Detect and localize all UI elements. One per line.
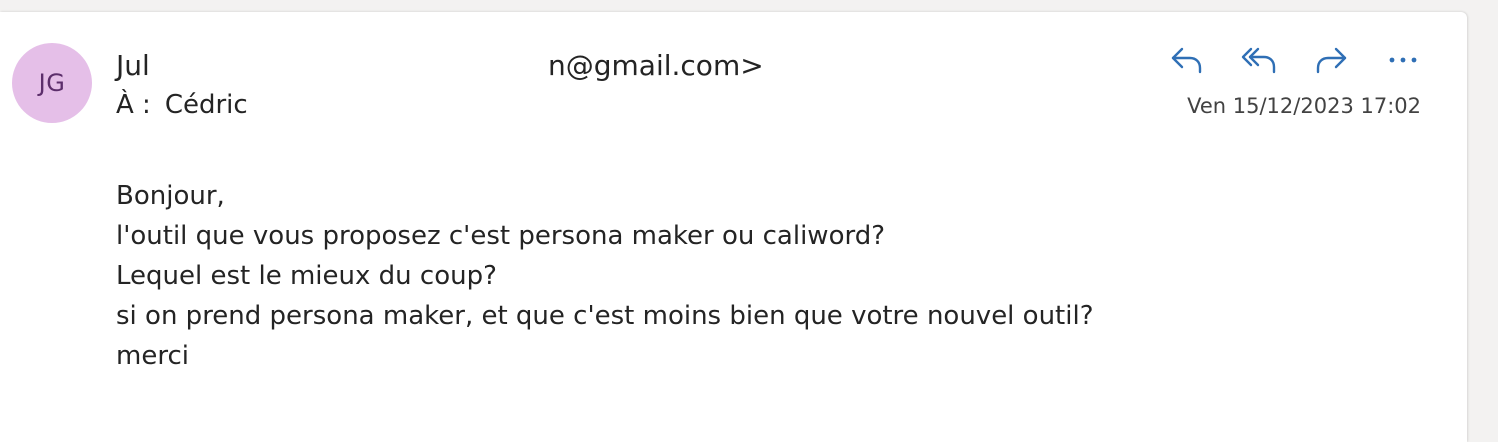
reply-icon [1171,47,1202,74]
forward-icon [1316,47,1347,74]
more-icon [1389,57,1417,63]
avatar-initials: JG [38,69,66,97]
reply-all-icon [1241,47,1276,74]
reply-all-button[interactable] [1238,40,1280,80]
body-line: Lequel est le mieux du coup? [116,261,497,291]
recipient-line: À : Cédric [116,90,248,120]
sender-email[interactable]: n@gmail.com> [548,49,764,82]
reply-button[interactable] [1166,40,1208,80]
body-line: si on prend persona maker, et que c'est … [116,301,1094,331]
message-body: Bonjour, l'outil que vous proposez c'est… [116,176,1094,376]
forward-button[interactable] [1310,40,1352,80]
message-actions [1166,40,1424,80]
recipient-name[interactable]: Cédric [165,90,248,120]
body-line: l'outil que vous proposez c'est persona … [116,221,886,251]
to-label: À : [116,90,151,120]
message-date: Ven 15/12/2023 17:02 [1187,94,1421,118]
avatar[interactable]: JG [12,43,92,123]
body-line: merci [116,341,189,371]
sender-name[interactable]: Jul [116,49,150,82]
more-actions-button[interactable] [1382,40,1424,80]
message-card: JG Jul n@gmail.com> À : Cédric Ven 15/12/… [0,12,1467,442]
body-line: Bonjour, [116,181,225,211]
